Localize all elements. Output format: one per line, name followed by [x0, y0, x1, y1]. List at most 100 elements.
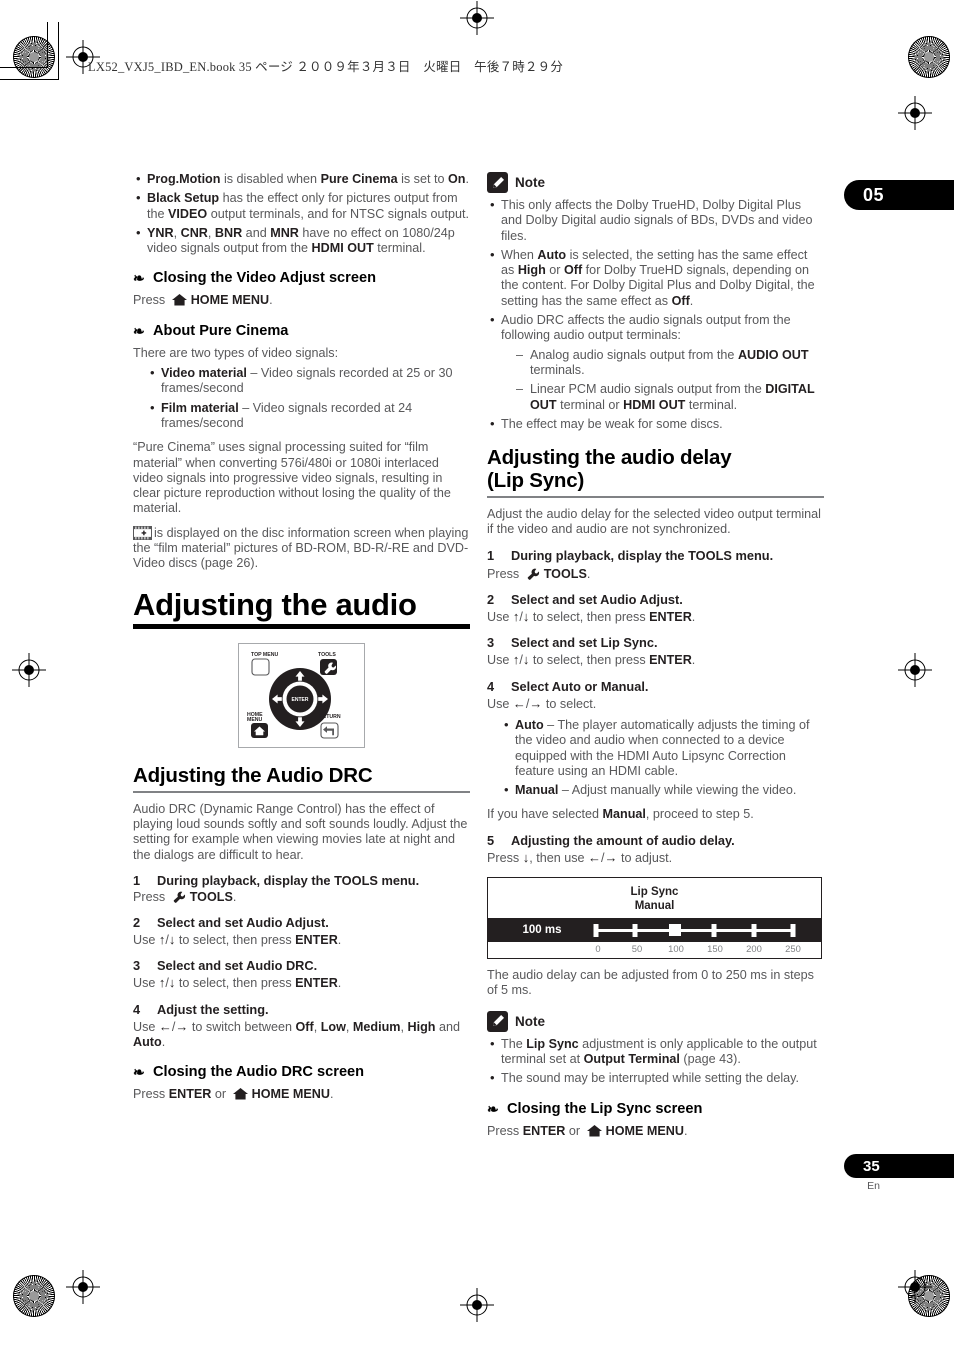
chapter-tab: 05: [844, 180, 954, 210]
lip-sync-section-title: Adjusting the audio delay (Lip Sync): [487, 446, 824, 492]
list-item: Prog.Motion is disabled when Pure Cinema…: [133, 171, 470, 187]
crop-rule-top-left-vertical: [58, 22, 59, 80]
osd-slider-knob[interactable]: [668, 924, 681, 937]
step-heading: 5 Adjusting the amount of audio delay.: [487, 833, 824, 849]
step-body: Use ←/→ to switch between Off, Low, Medi…: [133, 1018, 460, 1050]
home-menu-icon: [587, 1124, 603, 1137]
list-item: The effect may be weak for some discs.: [487, 416, 824, 432]
step-number: 4: [487, 678, 495, 694]
step-heading: 4 Adjust the setting.: [133, 1002, 470, 1018]
osd-tick-200: [751, 924, 757, 938]
step-title: Adjusting the amount of audio delay.: [511, 832, 735, 848]
step-heading: 2 Select and set Audio Adjust.: [487, 592, 824, 608]
tools-icon: [172, 891, 186, 903]
folio-language-code: En: [867, 1180, 880, 1192]
crop-rule-top-left-horizontal: [0, 79, 59, 80]
note-header: Note: [487, 1010, 824, 1032]
osd-scale-label: 150: [707, 943, 723, 955]
list-item: The sound may be interrupted while setti…: [487, 1070, 824, 1086]
list-item: Video material – Video signals recorded …: [147, 365, 470, 397]
osd-track-line: [596, 929, 793, 933]
lip-sync-title-line1: Adjusting the audio delay: [487, 446, 732, 470]
step-heading: 3 Select and set Audio DRC.: [133, 958, 470, 974]
tools-label: TOOLS: [189, 889, 233, 904]
or-label: or: [214, 1087, 227, 1102]
registration-target-bottom-center: [460, 1288, 494, 1322]
osd-scale-label: 250: [785, 943, 801, 955]
lip-sync-step-4: 4 Select Auto or Manual. Use ←/→ to sele…: [487, 679, 824, 712]
press-label: Press: [487, 1123, 520, 1138]
step-title: During playback, display the TOOLS menu.: [511, 547, 774, 563]
press-label: Press: [487, 566, 520, 581]
osd-scale-label: 50: [631, 943, 643, 955]
lip-sync-intro: Adjust the audio delay for the selected …: [487, 507, 821, 537]
lip-sync-step-3: 3 Select and set Lip Sync. Use ↑/↓ to se…: [487, 635, 824, 668]
step-heading: 1 During playback, display the TOOLS men…: [487, 548, 824, 564]
audio-drc-step-2: 2 Select and set Audio Adjust. Use ↑/↓ t…: [133, 915, 470, 948]
pencil-icon: [487, 172, 508, 193]
step-title: Select and set Audio DRC.: [157, 958, 318, 974]
step-title: Select and set Lip Sync.: [511, 635, 658, 651]
period: .: [683, 1123, 688, 1138]
closing-video-adjust-heading: ❧ Closing the Video Adjust screen: [133, 269, 470, 287]
registration-halftone-circle-top-right: [908, 36, 950, 78]
or-label: or: [568, 1123, 581, 1138]
pure-cinema-lead: There are two types of video signals:: [133, 345, 339, 360]
step-number: 1: [133, 872, 141, 888]
registration-target-right-middle: [898, 653, 932, 687]
audio-drc-step-1: 1 During playback, display the TOOLS men…: [133, 873, 470, 905]
osd-slider-track[interactable]: [593, 918, 796, 942]
registration-target-bottom-right: [898, 1270, 932, 1304]
osd-delay-value: 100 ms: [522, 924, 562, 937]
audio-drc-step-3: 3 Select and set Audio DRC. Use ↑/↓ to s…: [133, 958, 470, 991]
lip-sync-step-5: 5 Adjusting the amount of audio delay. P…: [487, 833, 824, 866]
closing-audio-drc-heading: ❧ Closing the Audio DRC screen: [133, 1063, 470, 1081]
step-body: Use ↑/↓ to select, then press ENTER.: [133, 932, 342, 948]
home-menu-icon: [172, 294, 188, 306]
lip-sync-manual-note: If you have selected Manual, proceed to …: [487, 807, 754, 822]
audio-drc-step-4: 4 Adjust the setting. Use ←/→ to switch …: [133, 1002, 470, 1051]
registration-target-bottom-left: [66, 1270, 100, 1304]
step-number: 3: [487, 635, 495, 651]
osd-slider-bar[interactable]: 100 ms: [488, 918, 821, 943]
press-label: Press: [133, 293, 166, 308]
period: .: [232, 889, 237, 904]
lip-sync-rule: [487, 496, 824, 499]
home-menu-icon: [233, 1088, 249, 1100]
osd-scale-labels: 0 50 100 150 200 250: [488, 942, 821, 958]
list-item: YNR, CNR, BNR and MNR have no effect on …: [133, 225, 470, 257]
video-adjust-notes-list: Prog.Motion is disabled when Pure Cinema…: [133, 171, 470, 257]
step-number: 2: [487, 592, 495, 608]
note-header: Note: [487, 172, 824, 193]
step-title: Adjust the setting.: [157, 1001, 269, 1017]
period: .: [269, 293, 273, 308]
step-title: Select and set Audio Adjust.: [157, 915, 329, 931]
pencil-icon: [487, 1010, 508, 1032]
note-label: Note: [515, 175, 545, 190]
list-item: Audio DRC affects the audio signals outp…: [487, 312, 824, 413]
document-header-line: LX52_VXJ5_IBD_EN.book 35 ページ ２００９年３月３日 火…: [88, 60, 564, 74]
osd-scale-label: 100: [668, 943, 684, 955]
lip-sync-range-note: The audio delay can be adjusted from 0 t…: [487, 968, 814, 998]
list-item: Film material – Video signals recorded a…: [147, 400, 470, 432]
osd-mode: Manual: [634, 900, 675, 913]
registration-target-top-center: [460, 1, 494, 35]
florette-icon: ❧: [133, 1064, 145, 1081]
svg-text:RETURN: RETURN: [319, 714, 341, 720]
closing-lip-sync-title: Closing the Lip Sync screen: [507, 1100, 703, 1117]
chapter-number: 05: [863, 184, 885, 205]
step-number: 1: [487, 547, 495, 563]
step-heading: 2 Select and set Audio Adjust.: [133, 915, 470, 931]
terminal-sub-list: Analog audio signals output from the AUD…: [515, 348, 824, 413]
closing-audio-drc-title: Closing the Audio DRC screen: [153, 1064, 365, 1081]
folio-page-number: 35: [863, 1157, 880, 1175]
video-signal-types-list: Video material – Video signals recorded …: [147, 365, 470, 432]
step-number: 4: [133, 1001, 141, 1017]
osd-scale-label: 0: [595, 943, 601, 955]
osd-tick-0: [593, 924, 599, 938]
closing-lip-sync-heading: ❧ Closing the Lip Sync screen: [487, 1100, 824, 1118]
lip-sync-mode-list: Auto – The player automatically adjusts …: [501, 717, 824, 798]
lip-sync-title-line2: (Lip Sync): [487, 469, 585, 493]
tools-icon: [526, 568, 540, 580]
film-icon-paragraph: is displayed on the disc information scr…: [133, 525, 470, 572]
